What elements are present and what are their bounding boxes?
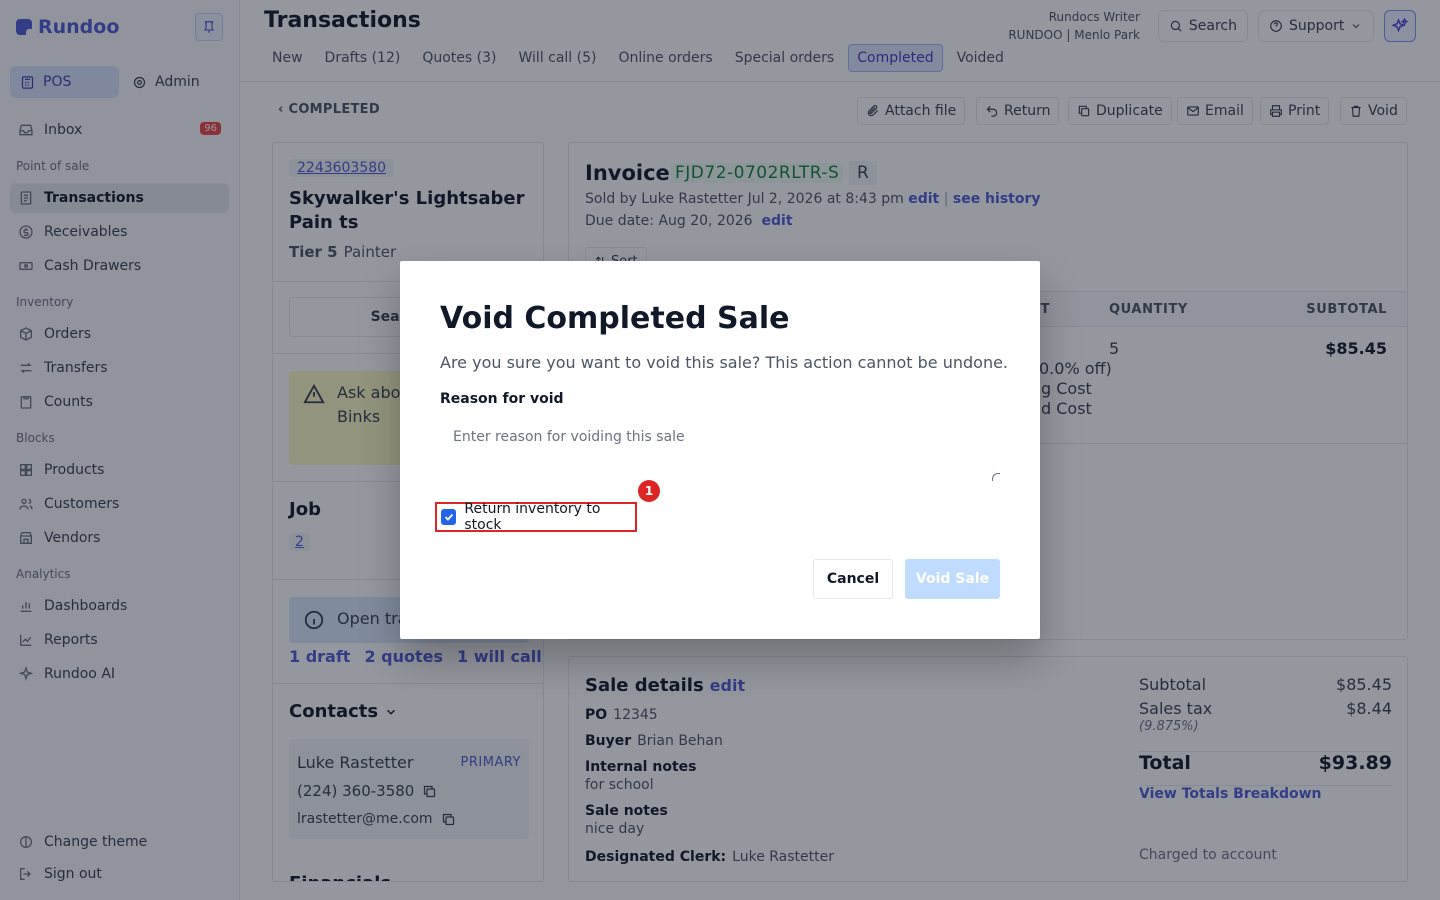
return-inventory-checkbox-row[interactable]: Return inventory to stock xyxy=(435,501,637,533)
void-sale-dialog: Void Completed Sale Are you sure you wan… xyxy=(400,261,1040,639)
checkmark-icon xyxy=(444,513,453,521)
reason-textarea[interactable] xyxy=(440,421,1000,481)
cancel-button[interactable]: Cancel xyxy=(813,559,893,599)
return-inventory-checkbox[interactable] xyxy=(441,509,457,525)
textarea-resize-handle[interactable] xyxy=(992,473,1000,481)
step-marker-badge: 1 xyxy=(638,480,660,502)
dialog-description: Are you sure you want to void this sale?… xyxy=(440,353,1009,372)
reason-label: Reason for void xyxy=(440,391,564,407)
dialog-title: Void Completed Sale xyxy=(440,301,790,336)
void-sale-button[interactable]: Void Sale xyxy=(905,559,1000,599)
return-inventory-label: Return inventory to stock xyxy=(464,501,601,533)
